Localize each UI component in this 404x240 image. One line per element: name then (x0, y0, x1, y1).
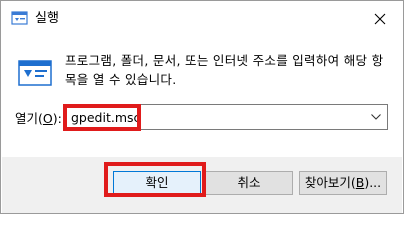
open-combobox[interactable] (64, 104, 388, 130)
open-input[interactable] (71, 108, 351, 126)
chevron-down-icon (371, 114, 381, 120)
run-app-icon (11, 10, 28, 27)
description-text: 프로그램, 폴더, 문서, 또는 인터넷 주소를 입력하여 해당 항목을 열 수… (65, 53, 384, 87)
ok-button[interactable]: 확인 (113, 171, 201, 195)
window-title: 실행 (35, 11, 59, 26)
browse-button[interactable]: 찾아보기(B)... (299, 171, 387, 195)
close-button[interactable] (365, 5, 395, 33)
run-dialog: 실행 프로그램, 폴더, 문서, 또는 인터넷 주소를 입력하여 해당 항목을 … (0, 0, 404, 214)
close-icon (374, 13, 386, 25)
cancel-button[interactable]: 취소 (205, 171, 293, 195)
run-icon (17, 55, 53, 91)
open-label: 열기(O): (15, 111, 62, 126)
title-bar: 실행 (1, 1, 403, 37)
dropdown-button[interactable] (367, 107, 385, 127)
